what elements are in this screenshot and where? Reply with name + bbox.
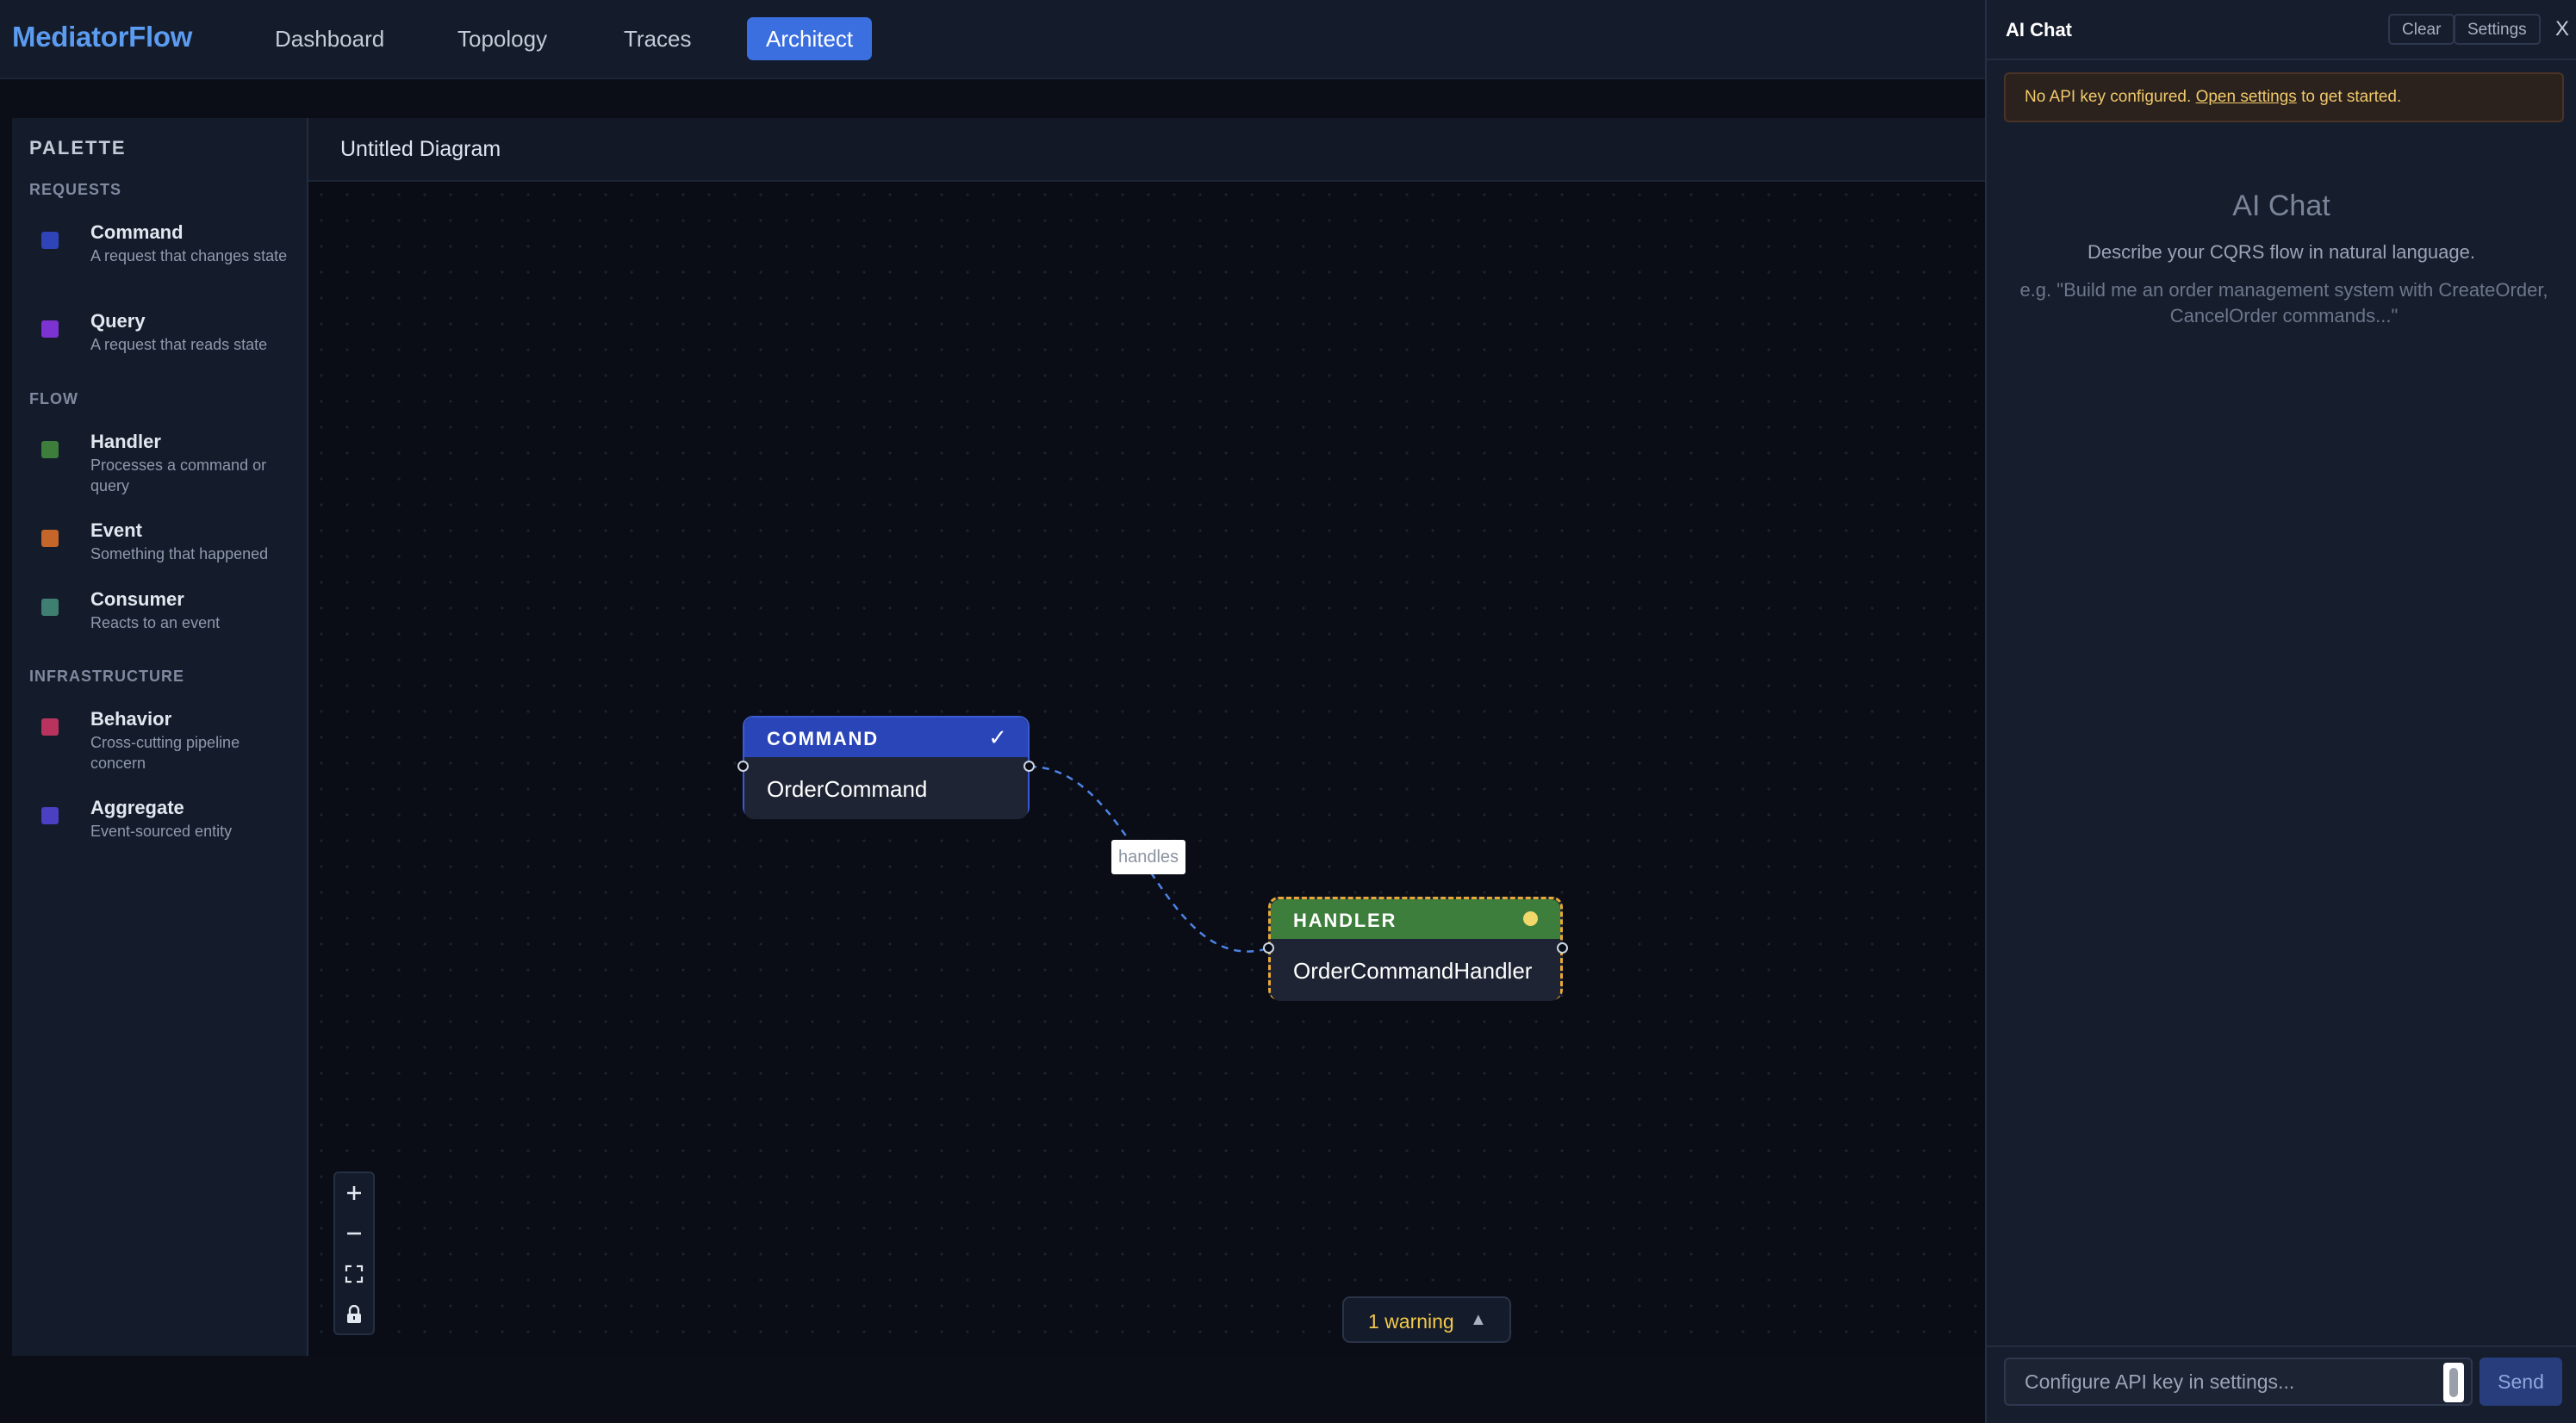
handler-swatch-icon bbox=[41, 441, 59, 458]
banner-text-suffix: to get started. bbox=[2296, 88, 2402, 106]
target-handle[interactable] bbox=[1263, 942, 1274, 954]
source-handle[interactable] bbox=[1557, 942, 1568, 954]
chat-input[interactable] bbox=[2004, 1358, 2473, 1406]
diagram-header: Untitled Diagram bbox=[308, 118, 1985, 182]
lock-button[interactable] bbox=[335, 1295, 373, 1334]
chat-empty-title: AI Chat bbox=[2232, 190, 2330, 222]
palette-item-desc: Event-sourced entity bbox=[90, 823, 233, 840]
palette-item-name: Consumer bbox=[90, 588, 184, 610]
node-body: OrderCommand bbox=[744, 757, 1028, 819]
chat-footer: Send bbox=[1987, 1345, 2576, 1423]
event-swatch-icon bbox=[41, 530, 59, 547]
input-scrollbar[interactable] bbox=[2443, 1363, 2464, 1402]
palette-item-name: Query bbox=[90, 310, 146, 332]
zoom-out-button[interactable] bbox=[335, 1214, 373, 1253]
palette-item-name: Event bbox=[90, 519, 142, 541]
query-swatch-icon bbox=[41, 320, 59, 338]
chat-title: AI Chat bbox=[2006, 19, 2072, 40]
warnings-toggle[interactable]: 1 warning ▲ bbox=[1342, 1296, 1511, 1343]
nav-topology[interactable]: Topology bbox=[439, 17, 566, 60]
brand-logo[interactable]: MediatorFlow bbox=[12, 21, 192, 53]
fit-view-icon bbox=[345, 1265, 364, 1283]
command-swatch-icon bbox=[41, 232, 59, 249]
handler-node[interactable]: HANDLER OrderCommandHandler bbox=[1263, 897, 1568, 1001]
nav-dashboard[interactable]: Dashboard bbox=[256, 17, 403, 60]
banner-text: No API key configured. bbox=[2025, 88, 2196, 106]
node-label: OrderCommandHandler bbox=[1293, 958, 1533, 984]
palette-item-desc: Cross-cutting pipeline concern bbox=[90, 734, 240, 772]
palette-item-name: Behavior bbox=[90, 708, 172, 730]
palette-section-flow: FLOW bbox=[29, 390, 78, 407]
canvas-controls bbox=[333, 1171, 375, 1335]
clear-button[interactable]: Clear bbox=[2388, 14, 2455, 45]
palette-item-desc: Processes a command or query bbox=[90, 457, 267, 494]
palette-item-name: Aggregate bbox=[90, 797, 184, 818]
palette-item-name: Handler bbox=[90, 431, 161, 452]
node-header: HANDLER bbox=[1271, 899, 1560, 939]
close-icon[interactable]: X bbox=[2555, 17, 2576, 41]
palette-item-command[interactable]: Command A request that changes state bbox=[29, 221, 296, 282]
zoom-in-icon bbox=[347, 1186, 361, 1200]
lock-icon bbox=[347, 1305, 361, 1323]
open-settings-link[interactable]: Open settings bbox=[2196, 88, 2297, 106]
palette-item-event[interactable]: Event Something that happened bbox=[29, 519, 296, 562]
zoom-out-icon bbox=[347, 1232, 361, 1235]
target-handle[interactable] bbox=[737, 761, 749, 772]
aggregate-swatch-icon bbox=[41, 807, 59, 824]
palette-item-handler[interactable]: Handler Processes a command or query bbox=[29, 431, 296, 494]
warning-dot-icon bbox=[1523, 911, 1538, 926]
check-icon: ✓ bbox=[988, 724, 1007, 750]
node-header: COMMAND ✓ bbox=[744, 718, 1028, 757]
palette-item-desc: Something that happened bbox=[90, 545, 269, 562]
settings-button[interactable]: Settings bbox=[2454, 14, 2541, 45]
node-type-label: HANDLER bbox=[1293, 910, 1397, 931]
command-node[interactable]: COMMAND ✓ OrderCommand bbox=[737, 716, 1035, 819]
node-label: OrderCommand bbox=[767, 776, 928, 802]
node-type-label: COMMAND bbox=[767, 728, 879, 749]
palette-item-desc: A request that reads state bbox=[90, 336, 268, 353]
palette-title: PALETTE bbox=[29, 137, 127, 158]
palette-item-name: Command bbox=[90, 221, 184, 243]
palette-sidebar: PALETTE REQUESTS Command A request that … bbox=[12, 118, 308, 1356]
source-handle[interactable] bbox=[1024, 761, 1035, 772]
zoom-in-button[interactable] bbox=[335, 1173, 373, 1213]
palette-item-behavior[interactable]: Behavior Cross-cutting pipeline concern bbox=[29, 708, 296, 772]
fit-view-button[interactable] bbox=[335, 1254, 373, 1294]
palette-item-aggregate[interactable]: Aggregate Event-sourced entity bbox=[29, 797, 296, 840]
diagram-canvas[interactable]: Untitled Diagram COMMAND ✓ OrderCommand … bbox=[308, 118, 1985, 1356]
diagram-title[interactable]: Untitled Diagram bbox=[340, 137, 501, 162]
canvas-grid[interactable] bbox=[308, 182, 1985, 1356]
ai-chat-panel: AI Chat Clear Settings X No API key conf… bbox=[1985, 0, 2576, 1423]
chat-empty-example: e.g. "Build me an order management syste… bbox=[2019, 279, 2548, 326]
send-button[interactable]: Send bbox=[2480, 1358, 2562, 1406]
palette-item-consumer[interactable]: Consumer Reacts to an event bbox=[29, 588, 296, 631]
chat-empty-description: Describe your CQRS flow in natural langu… bbox=[2087, 241, 2475, 263]
palette-item-query[interactable]: Query A request that reads state bbox=[29, 310, 296, 353]
nav-architect[interactable]: Architect bbox=[747, 17, 873, 60]
consumer-swatch-icon bbox=[41, 599, 59, 616]
node-body: OrderCommandHandler bbox=[1271, 939, 1560, 1001]
caret-up-icon: ▲ bbox=[1470, 1310, 1487, 1329]
api-key-banner: No API key configured. Open settings to … bbox=[2004, 72, 2564, 122]
nav-traces[interactable]: Traces bbox=[605, 17, 711, 60]
palette-item-desc: A request that changes state bbox=[90, 247, 288, 264]
edge-label[interactable]: handles bbox=[1111, 840, 1185, 874]
warnings-count: 1 warning bbox=[1368, 1310, 1454, 1333]
behavior-swatch-icon bbox=[41, 718, 59, 736]
palette-item-desc: Reacts to an event bbox=[90, 614, 221, 631]
top-navbar: MediatorFlow Dashboard Topology Traces A… bbox=[0, 0, 1985, 79]
palette-section-requests: REQUESTS bbox=[29, 181, 122, 198]
palette-section-infrastructure: INFRASTRUCTURE bbox=[29, 668, 184, 685]
chat-header: AI Chat Clear Settings X bbox=[1987, 0, 2576, 60]
